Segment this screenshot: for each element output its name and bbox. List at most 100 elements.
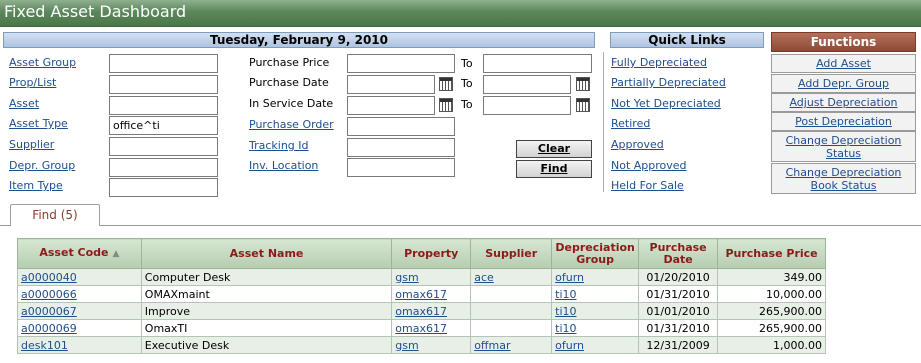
asset-type-link[interactable]: Asset Type — [9, 117, 68, 130]
table-header-row: Asset Code ▲ Asset Name Property Supplier… — [17, 238, 826, 269]
asset-code-link[interactable]: a0000066 — [21, 288, 77, 301]
property-link[interactable]: omax617 — [395, 305, 447, 318]
asset-code-link[interactable]: desk101 — [21, 339, 68, 352]
col-property[interactable]: Property — [391, 238, 472, 269]
add-depr-group-button[interactable]: Add Depr. Group — [771, 74, 916, 93]
asset-code-link[interactable]: a0000067 — [21, 305, 77, 318]
asset-group-input[interactable] — [109, 54, 218, 73]
supplier-link[interactable]: offmar — [474, 339, 510, 352]
calendar-icon[interactable] — [439, 77, 453, 91]
depr-group-input[interactable] — [109, 158, 218, 177]
purchase-order-link[interactable]: Purchase Order — [249, 118, 334, 131]
asset-link[interactable]: Asset — [9, 97, 39, 110]
quick-link-not-approved[interactable]: Not Approved — [611, 159, 687, 172]
purchase-date-to-input[interactable] — [483, 75, 571, 94]
quick-link-not-yet-depreciated[interactable]: Not Yet Depreciated — [611, 97, 721, 110]
app-title: Fixed Asset Dashboard — [4, 2, 187, 21]
property-link[interactable]: gsm — [395, 339, 418, 352]
table-row: a0000066 OMAXmaint omax617 ti10 01/31/20… — [17, 285, 826, 303]
asset-name-cell: Computer Desk — [140, 268, 393, 286]
functions-header: Functions — [771, 32, 916, 52]
purchase-price-cell: 10,000.00 — [717, 285, 826, 303]
supplier-cell — [470, 285, 553, 303]
depreciation-group-link[interactable]: ofurn — [555, 271, 584, 284]
quick-link-held-for-sale[interactable]: Held For Sale — [611, 179, 684, 192]
purchase-date-from-input[interactable] — [347, 75, 435, 94]
in-service-date-label: In Service Date — [249, 97, 334, 110]
purchase-price-label: Purchase Price — [249, 56, 330, 69]
to-label: To — [461, 77, 473, 90]
col-purchase-date[interactable]: Purchase Date — [638, 238, 719, 269]
asset-name-cell: Improve — [140, 302, 393, 320]
asset-code-link[interactable]: a0000040 — [21, 271, 77, 284]
table-row: desk101 Executive Desk gsm offmar ofurn … — [17, 336, 826, 354]
sort-icon[interactable]: ▲ — [113, 249, 120, 259]
col-depreciation-group[interactable]: Depreciation Group — [551, 238, 640, 269]
calendar-icon[interactable] — [576, 98, 590, 112]
asset-group-link[interactable]: Asset Group — [9, 56, 76, 69]
supplier-link[interactable]: Supplier — [9, 138, 54, 151]
depreciation-group-link[interactable]: ti10 — [555, 288, 576, 301]
item-type-input[interactable] — [109, 178, 218, 197]
supplier-link[interactable]: ace — [474, 271, 494, 284]
depreciation-group-link[interactable]: ti10 — [555, 322, 576, 335]
tracking-id-link[interactable]: Tracking Id — [249, 139, 309, 152]
prop-list-link[interactable]: Prop/List — [9, 76, 56, 89]
tab-find[interactable]: Find (5) — [10, 204, 100, 226]
to-label: To — [461, 57, 473, 70]
quick-link-fully-depreciated[interactable]: Fully Depreciated — [611, 56, 707, 69]
purchase-price-cell: 349.00 — [717, 268, 826, 286]
asset-name-cell: OMAXmaint — [140, 285, 393, 303]
purchase-date-cell: 12/31/2009 — [638, 336, 719, 354]
supplier-input[interactable] — [109, 137, 218, 156]
date-header: Tuesday, February 9, 2010 — [3, 32, 595, 48]
purchase-order-input[interactable] — [347, 117, 455, 136]
in-service-date-to-input[interactable] — [483, 96, 571, 115]
divider — [603, 52, 604, 192]
supplier-cell — [470, 302, 553, 320]
purchase-date-label: Purchase Date — [249, 76, 329, 89]
item-type-link[interactable]: Item Type — [9, 179, 63, 192]
purchase-price-from-input[interactable] — [347, 54, 455, 73]
col-asset-code[interactable]: Asset Code ▲ — [17, 238, 142, 269]
quick-link-partially-depreciated[interactable]: Partially Depreciated — [611, 76, 726, 89]
inv-location-input[interactable] — [347, 158, 455, 177]
purchase-price-to-input[interactable] — [483, 54, 592, 73]
purchase-price-cell: 265,900.00 — [717, 302, 826, 320]
depreciation-group-link[interactable]: ofurn — [555, 339, 584, 352]
in-service-date-from-input[interactable] — [347, 96, 435, 115]
tracking-id-input[interactable] — [347, 138, 455, 157]
depreciation-group-link[interactable]: ti10 — [555, 305, 576, 318]
calendar-icon[interactable] — [439, 98, 453, 112]
purchase-date-cell: 01/31/2010 — [638, 285, 719, 303]
asset-input[interactable] — [109, 96, 218, 115]
property-link[interactable]: omax617 — [395, 288, 447, 301]
quick-links-header: Quick Links — [610, 32, 764, 48]
col-purchase-price[interactable]: Purchase Price — [717, 238, 826, 269]
clear-button[interactable]: Clear — [516, 140, 592, 158]
change-depreciation-status-button[interactable]: Change Depreciation Status — [771, 131, 916, 162]
col-supplier[interactable]: Supplier — [470, 238, 553, 269]
supplier-cell — [470, 319, 553, 337]
prop-list-input[interactable] — [109, 75, 218, 94]
purchase-date-cell: 01/20/2010 — [638, 268, 719, 286]
col-asset-name[interactable]: Asset Name — [140, 238, 393, 269]
asset-code-link[interactable]: a0000069 — [21, 322, 77, 335]
results-table: Asset Code ▲ Asset Name Property Supplier… — [17, 238, 826, 354]
change-depreciation-book-status-button[interactable]: Change Depreciation Book Status — [771, 163, 916, 194]
purchase-price-cell: 265,900.00 — [717, 319, 826, 337]
property-link[interactable]: omax617 — [395, 322, 447, 335]
add-asset-button[interactable]: Add Asset — [771, 54, 916, 73]
calendar-icon[interactable] — [576, 77, 590, 91]
purchase-price-cell: 1,000.00 — [717, 336, 826, 354]
inv-location-link[interactable]: Inv. Location — [249, 159, 318, 172]
post-depreciation-button[interactable]: Post Depreciation — [771, 112, 916, 131]
tab-baseline — [0, 225, 921, 226]
adjust-depreciation-button[interactable]: Adjust Depreciation — [771, 93, 916, 112]
quick-link-retired[interactable]: Retired — [611, 117, 650, 130]
asset-type-input[interactable]: office^ti — [109, 116, 218, 135]
quick-link-approved[interactable]: Approved — [611, 138, 664, 151]
property-link[interactable]: gsm — [395, 271, 418, 284]
depr-group-link[interactable]: Depr. Group — [9, 159, 75, 172]
find-button[interactable]: Find — [516, 160, 592, 178]
